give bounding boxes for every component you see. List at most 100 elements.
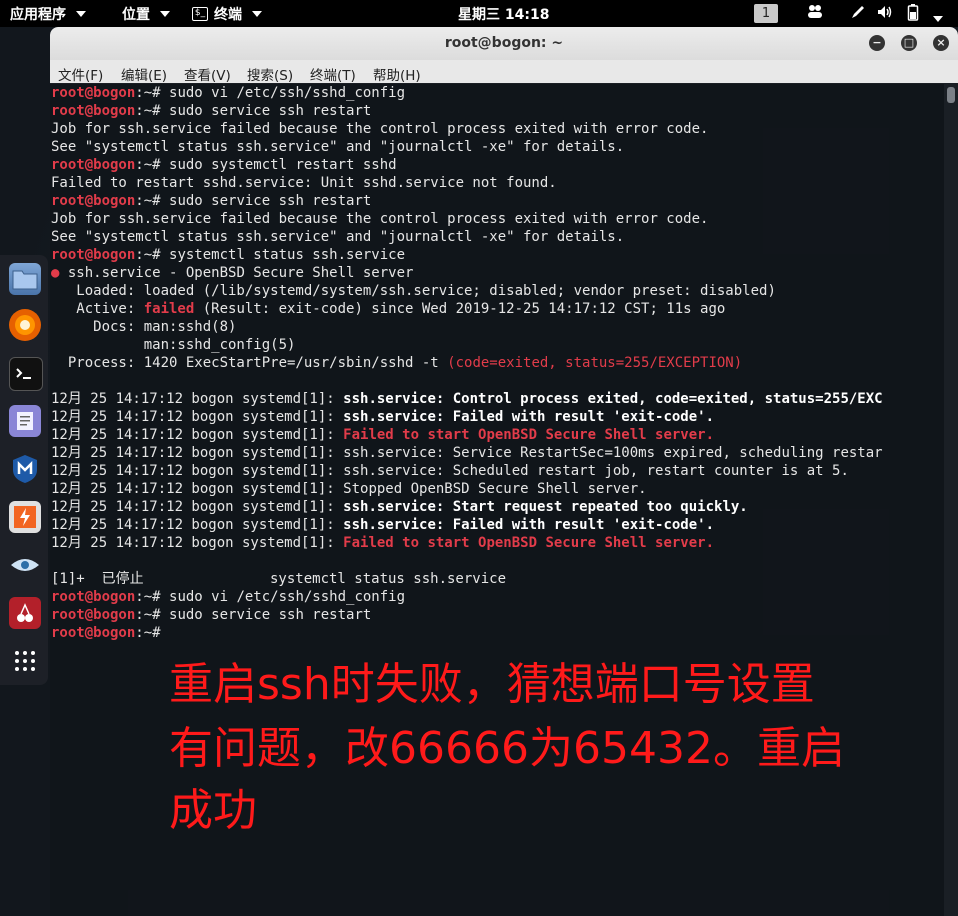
log-prefix: 12月 25 14:17:12 bogon systemd[1]:: [51, 427, 344, 443]
log-message: ssh.service: Start request repeated too …: [343, 499, 748, 515]
menu-terminal[interactable]: 终端(T): [310, 64, 356, 84]
log-prefix: 12月 25 14:17:12 bogon systemd[1]:: [51, 481, 344, 497]
terminal-icon[interactable]: [9, 357, 43, 391]
terminal-line: root@bogon:~# systemctl status ssh.servi…: [51, 246, 405, 264]
prompt-suffix: :~#: [135, 103, 170, 119]
prompt-user: root@bogon: [51, 85, 136, 101]
menubar: 文件(F) 编辑(E) 查看(V) 搜索(S) 终端(T) 帮助(H): [50, 60, 958, 84]
log-line: 12月 25 14:17:12 bogon systemd[1]: ssh.se…: [51, 516, 714, 534]
terminal-line: root@bogon:~# sudo vi /etc/ssh/sshd_conf…: [51, 588, 405, 606]
log-line: 12月 25 14:17:12 bogon systemd[1]: ssh.se…: [51, 498, 748, 516]
terminal-output[interactable]: root@bogon:~# sudo vi /etc/ssh/sshd_conf…: [50, 83, 944, 916]
active-status: failed: [143, 301, 195, 317]
prompt-user: root@bogon: [51, 589, 136, 605]
terminal-line: man:sshd_config(5): [51, 337, 296, 353]
command: systemctl status ssh.service: [169, 247, 406, 263]
log-line: 12月 25 14:17:12 bogon systemd[1]: Stoppe…: [51, 480, 647, 498]
log-message: ssh.service: Failed with result 'exit-co…: [343, 517, 715, 533]
log-message: Stopped OpenBSD Secure Shell server.: [343, 481, 647, 497]
terminal-app-menu[interactable]: $_ 终端: [192, 4, 262, 24]
command: sudo service ssh restart: [169, 193, 372, 209]
text-editor-icon[interactable]: [9, 405, 41, 437]
prompt-suffix: :~#: [135, 193, 170, 209]
menu-help[interactable]: 帮助(H): [373, 64, 421, 84]
log-prefix: 12月 25 14:17:12 bogon systemd[1]:: [51, 535, 344, 551]
prompt-user: root@bogon: [51, 607, 136, 623]
log-message: Failed to start OpenBSD Secure Shell ser…: [343, 427, 715, 443]
show-apps-icon[interactable]: [9, 645, 41, 677]
burpsuite-icon[interactable]: [9, 501, 41, 533]
eye-icon[interactable]: [9, 549, 41, 581]
terminal-window: root@bogon: ~ − □ × 文件(F) 编辑(E) 查看(V) 搜索…: [50, 27, 958, 916]
annotation-line: 有问题，改66666为65432。重启: [169, 723, 845, 774]
prompt-suffix: :~#: [135, 625, 161, 641]
volume-icon[interactable]: [876, 3, 894, 25]
terminal-line: Active: failed (Result: exit-code) since…: [51, 300, 725, 318]
menu-search[interactable]: 搜索(S): [247, 64, 293, 84]
scrollbar[interactable]: [944, 83, 958, 916]
log-prefix: 12月 25 14:17:12 bogon systemd[1]:: [51, 463, 344, 479]
log-prefix: 12月 25 14:17:12 bogon systemd[1]:: [51, 499, 344, 515]
service-name: ssh.service - OpenBSD Secure Shell serve…: [59, 265, 414, 281]
log-line: 12月 25 14:17:12 bogon systemd[1]: ssh.se…: [51, 462, 849, 480]
scrollbar-thumb[interactable]: [947, 87, 955, 103]
prompt-user: root@bogon: [51, 157, 136, 173]
log-prefix: 12月 25 14:17:12 bogon systemd[1]:: [51, 517, 344, 533]
close-button[interactable]: ×: [933, 35, 949, 51]
applications-label: 应用程序: [10, 7, 66, 23]
terminal-line: See "systemctl status ssh.service" and "…: [51, 139, 625, 155]
menu-view[interactable]: 查看(V): [184, 64, 231, 84]
chevron-down-icon[interactable]: [933, 8, 943, 26]
top-panel: 应用程序 位置 $_ 终端 星期三 14:18 1: [0, 0, 958, 27]
pen-icon[interactable]: [849, 3, 867, 25]
metasploit-icon[interactable]: [9, 453, 41, 485]
log-prefix: 12月 25 14:17:12 bogon systemd[1]:: [51, 391, 344, 407]
chevron-down-icon: [160, 11, 170, 17]
menu-file[interactable]: 文件(F): [58, 64, 103, 84]
command: sudo vi /etc/ssh/sshd_config: [169, 85, 406, 101]
annotation-line: 成功: [169, 785, 257, 836]
maximize-button[interactable]: □: [901, 35, 917, 51]
log-message: ssh.service: Control process exited, cod…: [343, 391, 883, 407]
terminal-line: ● ssh.service - OpenBSD Secure Shell ser…: [51, 264, 413, 282]
prompt-user: root@bogon: [51, 625, 136, 641]
chevron-down-icon: [76, 11, 86, 17]
chevron-down-icon: [252, 11, 262, 17]
battery-icon[interactable]: [907, 3, 919, 25]
terminal-line: root@bogon:~# sudo vi /etc/ssh/sshd_conf…: [51, 84, 405, 102]
active-label: Active:: [51, 301, 144, 317]
command: sudo service ssh restart: [169, 607, 372, 623]
log-line: 12月 25 14:17:12 bogon systemd[1]: Failed…: [51, 534, 714, 552]
log-message: ssh.service: Service RestartSec=100ms ex…: [343, 445, 883, 461]
people-icon[interactable]: [806, 3, 824, 23]
prompt-user: root@bogon: [51, 103, 136, 119]
minimize-button[interactable]: −: [869, 35, 885, 51]
places-label: 位置: [122, 7, 150, 23]
terminal-line: root@bogon:~# sudo service ssh restart: [51, 102, 371, 120]
terminal-line: Docs: man:sshd(8): [51, 319, 237, 335]
terminal-line: root@bogon:~# sudo service ssh restart: [51, 192, 371, 210]
terminal-line: Job for ssh.service failed because the c…: [51, 121, 709, 137]
log-line: 12月 25 14:17:12 bogon systemd[1]: Failed…: [51, 426, 714, 444]
menu-edit[interactable]: 编辑(E): [121, 64, 167, 84]
workspace-indicator[interactable]: 1: [754, 4, 778, 23]
log-message: ssh.service: Failed with result 'exit-co…: [343, 409, 715, 425]
log-line: 12月 25 14:17:12 bogon systemd[1]: ssh.se…: [51, 408, 714, 426]
places-menu[interactable]: 位置: [122, 4, 170, 24]
window-titlebar[interactable]: root@bogon: ~ − □ ×: [50, 27, 958, 60]
cherrytree-icon[interactable]: [9, 597, 41, 629]
log-prefix: 12月 25 14:17:12 bogon systemd[1]:: [51, 409, 344, 425]
active-detail: (Result: exit-code) since Wed 2019-12-25…: [194, 301, 726, 317]
terminal-line: root@bogon:~#: [51, 624, 161, 642]
files-icon[interactable]: [9, 263, 41, 295]
terminal-line: Job for ssh.service failed because the c…: [51, 211, 709, 227]
prompt-suffix: :~#: [135, 607, 170, 623]
window-title: root@bogon: ~: [444, 35, 564, 51]
process-exit-code: (code=exited, status=255/EXCEPTION): [447, 355, 743, 371]
applications-menu[interactable]: 应用程序: [10, 4, 86, 24]
firefox-icon[interactable]: [9, 309, 41, 341]
terminal-line: See "systemctl status ssh.service" and "…: [51, 229, 625, 245]
prompt-suffix: :~#: [135, 247, 170, 263]
clock[interactable]: 星期三 14:18: [458, 4, 549, 24]
terminal-line: Loaded: loaded (/lib/systemd/system/ssh.…: [51, 283, 776, 299]
